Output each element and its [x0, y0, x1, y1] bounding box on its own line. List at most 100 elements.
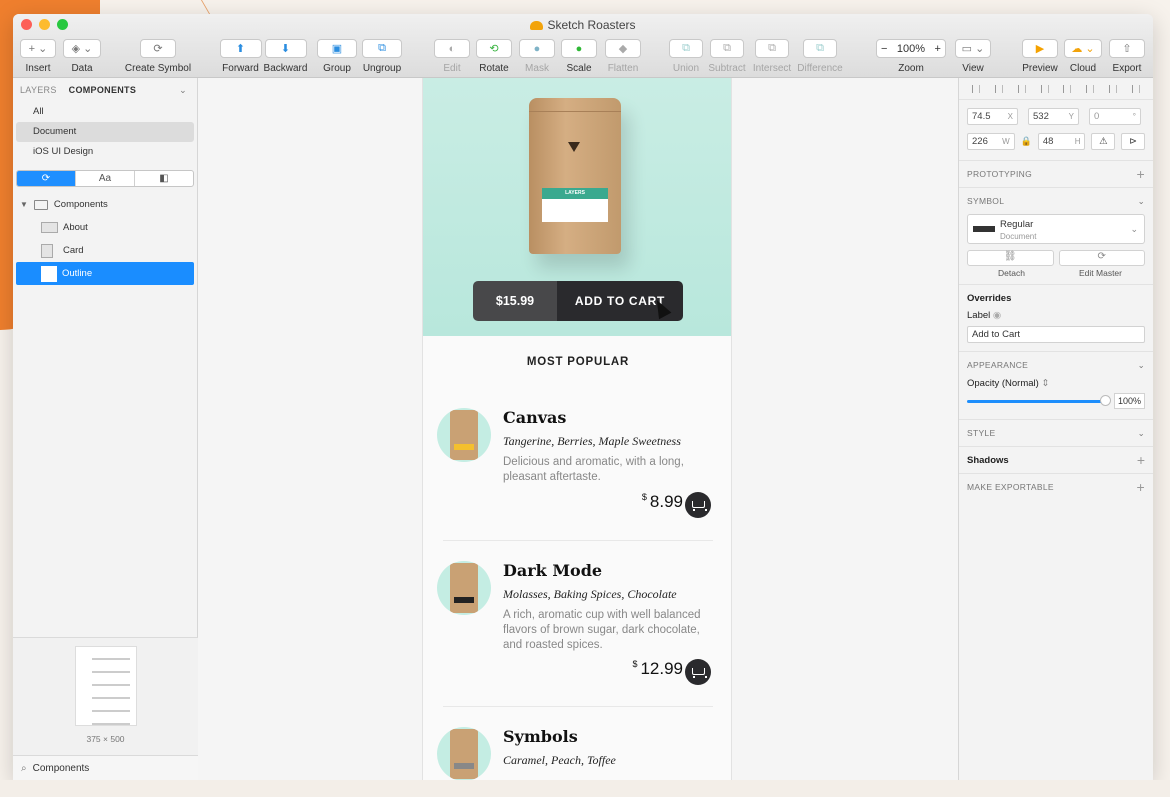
- plus-icon[interactable]: +: [1137, 479, 1145, 495]
- zoom-in-icon[interactable]: +: [935, 43, 941, 55]
- align-center-icon[interactable]: [995, 84, 1004, 93]
- desktop-background: [0, 780, 1170, 797]
- prototyping-section[interactable]: PROTOTYPING +: [959, 160, 1153, 187]
- filter-ios-ui-design[interactable]: iOS UI Design: [13, 142, 197, 162]
- filter-all[interactable]: All: [13, 102, 197, 122]
- appearance-section[interactable]: APPEARANCE ⌄: [959, 351, 1153, 378]
- difference-button[interactable]: ⧉ Difference: [797, 39, 843, 77]
- layer-styles-tab-icon[interactable]: ◧: [135, 171, 193, 186]
- align-top-icon[interactable]: [1063, 84, 1072, 93]
- ungroup-button[interactable]: ⧉ Ungroup: [360, 39, 404, 77]
- rotation-field[interactable]: 0 °: [1089, 108, 1141, 125]
- group-button[interactable]: ▣ Group: [316, 39, 358, 77]
- align-right-icon[interactable]: [1040, 84, 1049, 93]
- distribute-vertical-icon[interactable]: [1131, 84, 1140, 93]
- height-field[interactable]: 48 H: [1037, 133, 1086, 150]
- tree-item-label: Card: [63, 245, 84, 256]
- mask-icon: ●: [519, 39, 555, 58]
- slider-knob[interactable]: [1100, 395, 1111, 406]
- filter-search[interactable]: ⌕ Components: [13, 755, 198, 780]
- zoom-stepper[interactable]: −100% +: [876, 39, 946, 58]
- scale-button[interactable]: ● Scale: [560, 39, 598, 77]
- shadows-row[interactable]: Shadows +: [959, 446, 1153, 473]
- zoom-out-icon[interactable]: −: [881, 43, 887, 55]
- coffee-bag-icon: [450, 563, 478, 613]
- symbol-action-labels: Detach Edit Master: [959, 268, 1153, 278]
- edit-master-button[interactable]: ⟳: [1058, 250, 1145, 266]
- backward-button[interactable]: ⬇ Backward: [263, 39, 308, 77]
- export-section[interactable]: MAKE EXPORTABLE +: [959, 473, 1153, 500]
- app-window: Sketch Roasters + ⌄ Insert ◈ ⌄ Data ⟳ Creat…: [13, 14, 1153, 780]
- width-field[interactable]: 226 W: [967, 133, 1015, 150]
- search-input[interactable]: Components: [33, 763, 90, 774]
- align-bottom-icon[interactable]: [1108, 84, 1117, 93]
- preview-button[interactable]: ▶ Preview: [1021, 39, 1059, 77]
- preview-thumbnail: [75, 646, 137, 726]
- detach-button[interactable]: ⛓: [967, 250, 1054, 266]
- cloud-button[interactable]: ☁ ⌄ Cloud: [1064, 39, 1102, 77]
- symbol-selector[interactable]: Regular Document ⌄: [967, 214, 1145, 244]
- tree-folder-components[interactable]: ▼ Components: [13, 193, 197, 216]
- flip-vertical-icon[interactable]: ⊳: [1121, 133, 1145, 150]
- data-button[interactable]: ◈ ⌄ Data: [61, 39, 103, 77]
- data-label: Data: [71, 63, 93, 74]
- rotate-button[interactable]: ⟲ Rotate: [475, 39, 513, 77]
- style-section[interactable]: STYLE ⌄: [959, 419, 1153, 446]
- mask-button[interactable]: ● Mask: [518, 39, 556, 77]
- subtract-button[interactable]: ⧉ Subtract: [706, 39, 748, 77]
- add-to-cart-symbol[interactable]: $15.99 ADD TO CART: [473, 281, 683, 321]
- override-input[interactable]: Add to Cart: [967, 326, 1145, 343]
- zoom-control[interactable]: −100% + Zoom: [875, 39, 947, 77]
- tab-layers[interactable]: LAYERS: [20, 85, 57, 95]
- intersect-button[interactable]: ⧉ Intersect: [751, 39, 793, 77]
- cart-icon[interactable]: [685, 492, 711, 518]
- symbol-section[interactable]: SYMBOL ⌄: [959, 187, 1153, 214]
- tree-item-about[interactable]: About: [13, 216, 197, 239]
- edit-button[interactable]: ◐ Edit: [433, 39, 471, 77]
- cart-icon[interactable]: [685, 659, 711, 685]
- product-description: Delicious and aromatic, with a long, ple…: [503, 456, 684, 483]
- align-left-icon[interactable]: [972, 84, 981, 93]
- product-card[interactable]: Canvas Tangerine, Berries, Maple Sweetne…: [437, 408, 719, 543]
- flip-horizontal-icon[interactable]: ⚠: [1091, 133, 1116, 150]
- canvas[interactable]: LAYERS $15.99 ADD TO CART MOST POPULAR C…: [198, 78, 958, 780]
- symbols-tab-icon[interactable]: ⟳: [17, 171, 76, 186]
- opacity-slider[interactable]: 100%: [967, 393, 1145, 409]
- artboard[interactable]: LAYERS $15.99 ADD TO CART MOST POPULAR C…: [422, 78, 732, 780]
- flatten-button[interactable]: ◆ Flatten: [603, 39, 643, 77]
- y-field[interactable]: 532 Y: [1028, 108, 1079, 125]
- opacity-input[interactable]: 100%: [1114, 393, 1145, 409]
- union-icon: ⧉: [669, 39, 703, 58]
- forward-button[interactable]: ⬆ Forward: [218, 39, 263, 77]
- coffee-bag-image: LAYERS: [529, 98, 621, 254]
- plus-icon[interactable]: +: [1137, 166, 1145, 182]
- product-card[interactable]: Dark Mode Molasses, Baking Spices, Choco…: [437, 561, 719, 701]
- tab-components[interactable]: COMPONENTS: [69, 85, 137, 95]
- chevron-down-icon[interactable]: ⌄: [1138, 428, 1145, 439]
- text-styles-tab[interactable]: Aa: [76, 171, 135, 186]
- disclosure-triangle-icon[interactable]: ▼: [20, 200, 28, 209]
- export-button[interactable]: ⇧ Export: [1109, 39, 1145, 77]
- x-field[interactable]: 74.5 X: [967, 108, 1018, 125]
- distribute-icon[interactable]: [1017, 84, 1026, 93]
- view-label: View: [962, 63, 984, 74]
- view-button[interactable]: ▭ ⌄ View: [955, 39, 991, 77]
- plus-icon[interactable]: +: [1137, 452, 1145, 468]
- group-icon: ▣: [317, 39, 357, 58]
- filter-document[interactable]: Document: [16, 122, 194, 142]
- scale-label: Scale: [566, 63, 592, 74]
- rotation-unit: °: [1132, 112, 1136, 121]
- tree-item-card[interactable]: Card: [13, 239, 197, 262]
- lock-icon[interactable]: 🔒: [1021, 133, 1032, 150]
- create-symbol-button[interactable]: ⟳ Create Symbol: [123, 39, 193, 77]
- unlink-icon: ⛓: [1003, 251, 1017, 262]
- chevron-down-icon[interactable]: ⌄: [1138, 196, 1145, 207]
- chevron-down-icon[interactable]: ⌄: [1138, 360, 1145, 371]
- insert-button[interactable]: + ⌄ Insert: [18, 39, 58, 77]
- tree-item-outline[interactable]: Outline: [16, 262, 194, 285]
- align-middle-icon[interactable]: [1086, 84, 1095, 93]
- product-card[interactable]: Symbols Caramel, Peach, Toffee: [437, 727, 719, 780]
- opacity-label[interactable]: Opacity (Normal) ⇕: [959, 378, 1153, 389]
- chevron-down-icon[interactable]: ⌄: [179, 85, 187, 96]
- union-button[interactable]: ⧉ Union: [668, 39, 704, 77]
